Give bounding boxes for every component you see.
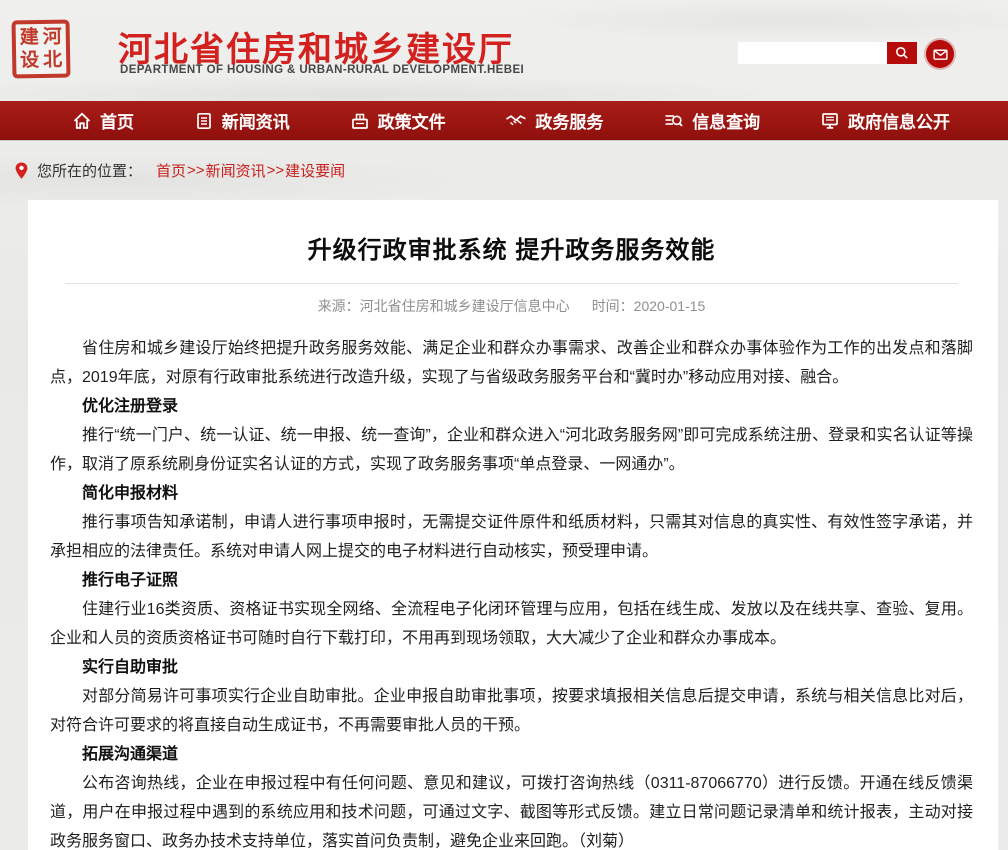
article-subheading: 优化注册登录 bbox=[50, 392, 973, 421]
nav-item-query[interactable]: 信息查询 bbox=[663, 108, 760, 133]
article-subheading: 推行电子证照 bbox=[50, 566, 973, 595]
nav-label: 政府信息公开 bbox=[848, 108, 950, 133]
site-header: 建 河 设 北 河北省住房和城乡建设厅 DEPARTMENT OF HOUSIN… bbox=[0, 0, 1008, 101]
search-input[interactable] bbox=[738, 42, 887, 64]
article-body: 省住房和城乡建设厅始终把提升政务服务效能、满足企业和群众办事需求、改善企业和群众… bbox=[50, 334, 973, 850]
seal-char: 设 bbox=[18, 49, 41, 72]
info-disclosure-icon bbox=[820, 111, 840, 131]
location-pin-icon bbox=[13, 161, 30, 181]
nav-item-services[interactable]: 政务服务 bbox=[505, 108, 603, 133]
nav-item-news[interactable]: 新闻资讯 bbox=[194, 108, 290, 133]
article-time: 时间：2020-01-15 bbox=[592, 298, 706, 314]
article-title: 升级行政审批系统 提升政务服务效能 bbox=[50, 230, 973, 265]
seal-char: 河 bbox=[41, 26, 64, 49]
article-meta: 来源：河北省住房和城乡建设厅信息中心 时间：2020-01-15 bbox=[65, 283, 958, 316]
breadcrumb-separator: >> bbox=[187, 162, 205, 179]
nav-label: 新闻资讯 bbox=[222, 108, 290, 133]
breadcrumb-separator: >> bbox=[267, 162, 285, 179]
magnifier-icon bbox=[894, 45, 910, 61]
nav-label: 政务服务 bbox=[535, 108, 603, 133]
breadcrumb-link-home[interactable]: 首页 bbox=[156, 160, 186, 181]
nav-label: 首页 bbox=[100, 108, 134, 133]
breadcrumb: 您所在的位置： 首页 >> 新闻资讯 >> 建设要闻 bbox=[0, 141, 1008, 200]
policy-document-icon bbox=[350, 111, 370, 131]
article-paragraph: 省住房和城乡建设厅始终把提升政务服务效能、满足企业和群众办事需求、改善企业和群众… bbox=[50, 334, 973, 392]
article-subheading: 简化申报材料 bbox=[50, 479, 973, 508]
breadcrumb-label: 您所在的位置： bbox=[37, 160, 142, 181]
nav-item-policy[interactable]: 政策文件 bbox=[350, 108, 446, 133]
nav-label: 政策文件 bbox=[378, 108, 446, 133]
article-paragraph: 对部分简易许可事项实行企业自助审批。企业申报自助审批事项，按要求填报相关信息后提… bbox=[50, 682, 973, 740]
home-icon bbox=[72, 111, 92, 131]
info-search-icon bbox=[663, 111, 684, 131]
article-subheading: 实行自助审批 bbox=[50, 653, 973, 682]
envelope-icon bbox=[932, 46, 949, 63]
search-button[interactable] bbox=[887, 42, 917, 64]
article-paragraph: 推行“统一门户、统一认证、统一申报、统一查询”，企业和群众进入“河北政务服务网”… bbox=[50, 421, 973, 479]
handshake-icon bbox=[505, 111, 527, 131]
article-paragraph: 住建行业16类资质、资格证书实现全网络、全流程电子化闭环管理与应用，包括在线生成… bbox=[50, 595, 973, 653]
mail-button[interactable] bbox=[926, 40, 954, 68]
site-subtitle: DEPARTMENT OF HOUSING & URBAN-RURAL DEVE… bbox=[120, 64, 524, 76]
page: 建 河 设 北 河北省住房和城乡建设厅 DEPARTMENT OF HOUSIN… bbox=[0, 0, 1008, 850]
seal-char: 建 bbox=[18, 26, 41, 49]
breadcrumb-link-news[interactable]: 新闻资讯 bbox=[206, 160, 266, 181]
nav-item-home[interactable]: 首页 bbox=[72, 108, 134, 133]
news-icon bbox=[194, 111, 214, 131]
seal-char: 北 bbox=[41, 49, 64, 72]
site-logo-seal: 建 河 设 北 bbox=[11, 19, 70, 78]
main-nav: 首页 新闻资讯 政策文件 政务服务 信息查询 bbox=[0, 101, 1008, 141]
article-panel: 升级行政审批系统 提升政务服务效能 来源：河北省住房和城乡建设厅信息中心 时间：2… bbox=[28, 200, 998, 850]
article-paragraph: 推行事项告知承诺制，申请人进行事项申报时，无需提交证件原件和纸质材料，只需其对信… bbox=[50, 508, 973, 566]
article-paragraph: 公布咨询热线，企业在申报过程中有任何问题、意见和建议，可拨打咨询热线（0311-… bbox=[50, 769, 973, 850]
article-subheading: 拓展沟通渠道 bbox=[50, 740, 973, 769]
article-source: 来源：河北省住房和城乡建设厅信息中心 bbox=[318, 298, 570, 314]
breadcrumb-link-section[interactable]: 建设要闻 bbox=[285, 160, 345, 181]
nav-label: 信息查询 bbox=[692, 108, 760, 133]
nav-item-disclosure[interactable]: 政府信息公开 bbox=[820, 108, 950, 133]
